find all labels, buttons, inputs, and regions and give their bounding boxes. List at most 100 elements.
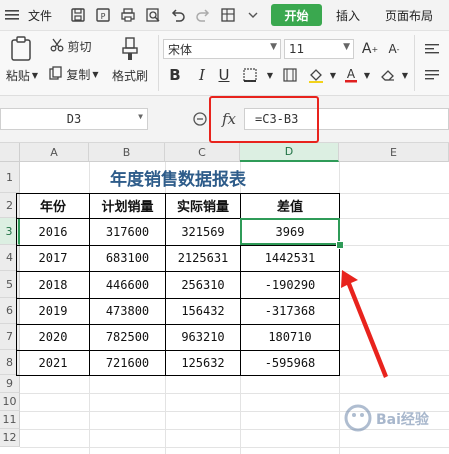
chevron-down-icon[interactable]: ▼: [328, 65, 338, 85]
cell-difference[interactable]: -317368: [240, 297, 340, 325]
cell-year[interactable]: 2021: [16, 349, 90, 376]
chevron-down-icon: ▼: [343, 42, 350, 52]
menu-file[interactable]: 文件: [24, 5, 56, 25]
format-painter-button[interactable]: 格式刷: [106, 67, 154, 83]
merge-icon[interactable]: [280, 65, 300, 85]
export-icon[interactable]: P: [93, 5, 113, 25]
scissors-icon: [50, 38, 64, 55]
cell-actual[interactable]: 156432: [165, 297, 241, 325]
svg-text:A: A: [347, 67, 356, 81]
cell-planned[interactable]: 317600: [89, 217, 166, 246]
row-header[interactable]: 9: [0, 375, 20, 393]
sales-report-table: 年度销售数据报表 年份 计划销量 实际销量 差值 2016 317600 321…: [16, 162, 340, 376]
ribbon-divider: [414, 35, 415, 91]
zoom-icon[interactable]: [192, 111, 208, 127]
save-icon[interactable]: [68, 5, 88, 25]
align-icon[interactable]: [422, 65, 442, 85]
column-header-d[interactable]: D: [240, 143, 339, 162]
row-header[interactable]: 10: [0, 393, 20, 411]
cell-difference-selected[interactable]: 3969: [240, 217, 340, 246]
shrink-font-icon[interactable]: A-: [384, 39, 404, 59]
bold-icon[interactable]: B: [166, 65, 184, 85]
header-actual-sales[interactable]: 实际销量: [165, 192, 241, 219]
underline-icon[interactable]: U: [215, 65, 233, 85]
cell-planned[interactable]: 782500: [89, 323, 166, 351]
column-header-a[interactable]: A: [20, 143, 89, 162]
header-year[interactable]: 年份: [16, 192, 90, 219]
tab-start[interactable]: 开始: [271, 4, 322, 26]
table-icon[interactable]: [218, 5, 238, 25]
font-size-value: 11: [289, 42, 305, 56]
tab-page-layout[interactable]: 页面布局: [378, 5, 440, 25]
row-header[interactable]: 11: [0, 411, 20, 429]
print-icon[interactable]: [118, 5, 138, 25]
font-size-select[interactable]: 11 ▼: [284, 39, 354, 59]
column-header-b[interactable]: B: [89, 143, 165, 162]
cell-difference[interactable]: -595968: [240, 349, 340, 376]
grow-font-icon[interactable]: A +: [360, 39, 380, 59]
chevron-down-icon: ▼: [138, 112, 143, 121]
ribbon-toolbar: 粘贴 ▼ 剪切 复制 ▼ 格式刷 宋体 ▼ 11 ▼ A + A- B I U ▼: [0, 31, 449, 96]
cell-year[interactable]: 2018: [16, 270, 90, 299]
table-row: 2017 683100 2125631 1442531: [16, 244, 340, 272]
fill-color-icon[interactable]: [306, 65, 326, 85]
name-box[interactable]: D3 ▼: [0, 108, 148, 130]
undo-icon[interactable]: [168, 5, 188, 25]
cell-difference[interactable]: 1442531: [240, 244, 340, 272]
cut-button[interactable]: 剪切: [46, 37, 96, 55]
cell-planned[interactable]: 446600: [89, 270, 166, 299]
menu-icon[interactable]: [4, 5, 20, 25]
watermark-logo: Bai经验: [338, 396, 446, 442]
font-color-icon[interactable]: A: [342, 65, 360, 85]
cell-actual[interactable]: 321569: [165, 217, 241, 246]
ribbon-divider: [158, 35, 159, 91]
table-row: 2016 317600 321569 3969: [16, 217, 340, 246]
cell-year[interactable]: 2017: [16, 244, 90, 272]
chevron-down-icon[interactable]: ▼: [400, 65, 410, 85]
header-difference[interactable]: 差值: [240, 192, 340, 219]
cell-difference[interactable]: -190290: [240, 270, 340, 299]
cell-actual[interactable]: 125632: [165, 349, 241, 376]
table-row: 2019 473800 156432 -317368: [16, 297, 340, 325]
cell-planned[interactable]: 473800: [89, 297, 166, 325]
font-name-select[interactable]: 宋体 ▼: [163, 39, 281, 59]
cell-year[interactable]: 2019: [16, 297, 90, 325]
row-header[interactable]: 12: [0, 429, 20, 447]
chevron-down-icon[interactable]: ▼: [264, 65, 276, 85]
cell-reference: D3: [66, 112, 82, 126]
cell-planned[interactable]: 721600: [89, 349, 166, 376]
border-icon[interactable]: [240, 65, 260, 85]
eraser-icon[interactable]: [378, 65, 398, 85]
paste-label: 粘贴: [5, 68, 30, 83]
select-all-corner[interactable]: [0, 143, 20, 162]
svg-text:P: P: [101, 12, 106, 21]
italic-icon[interactable]: I: [193, 65, 211, 85]
fill-handle[interactable]: [336, 241, 344, 249]
cell-actual[interactable]: 963210: [165, 323, 241, 351]
brush-icon[interactable]: [110, 35, 150, 63]
cell-year[interactable]: 2020: [16, 323, 90, 351]
copy-label: 复制: [66, 67, 91, 82]
preview-icon[interactable]: [143, 5, 163, 25]
column-header-e[interactable]: E: [339, 143, 449, 162]
column-header-c[interactable]: C: [165, 143, 240, 162]
paste-button[interactable]: 粘贴 ▼: [2, 67, 42, 83]
align-icon[interactable]: [422, 39, 442, 59]
header-planned-sales[interactable]: 计划销量: [89, 192, 166, 219]
dropdown-icon[interactable]: [244, 5, 262, 25]
font-name-value: 宋体: [168, 42, 193, 57]
arrow-icon: [341, 270, 388, 378]
cell-year[interactable]: 2016: [16, 217, 90, 246]
chevron-down-icon[interactable]: ▼: [362, 65, 372, 85]
cell-planned[interactable]: 683100: [89, 244, 166, 272]
cell-difference[interactable]: 180710: [240, 323, 340, 351]
copy-button[interactable]: 复制 ▼: [46, 65, 102, 83]
formula-highlight-box: [209, 96, 319, 143]
cell-actual[interactable]: 256310: [165, 270, 241, 299]
table-title[interactable]: 年度销售数据报表: [16, 162, 340, 194]
tab-insert[interactable]: 插入: [328, 5, 368, 25]
cell-actual[interactable]: 2125631: [165, 244, 241, 272]
redo-icon[interactable]: [193, 5, 213, 25]
paste-icon[interactable]: [4, 35, 38, 63]
table-row: 2018 446600 256310 -190290: [16, 270, 340, 299]
